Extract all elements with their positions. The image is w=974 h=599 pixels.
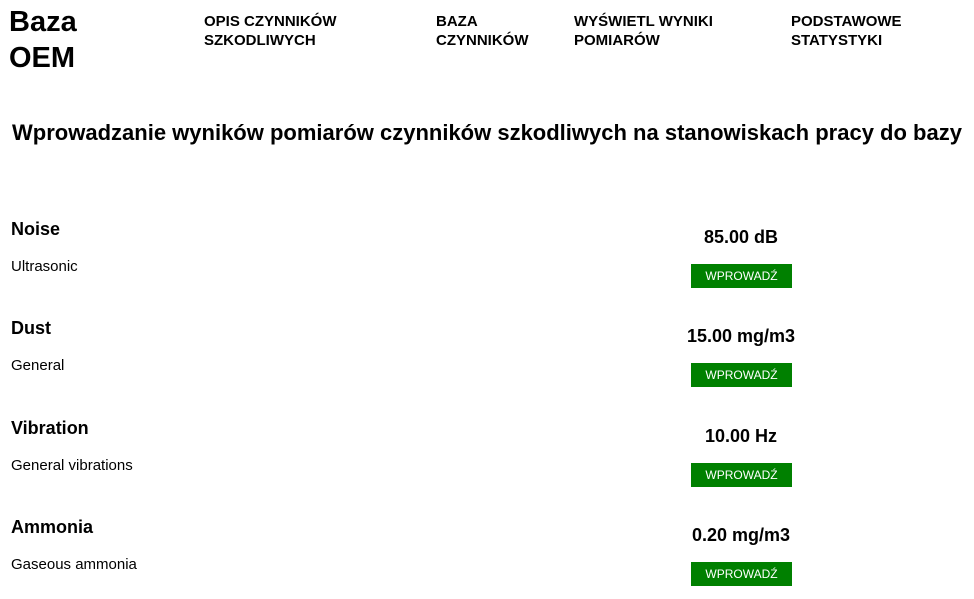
enter-button[interactable]: WPROWADŹ [691, 363, 792, 387]
factor-name: Vibration [11, 418, 89, 438]
nav-item-baza-czynnikow[interactable]: BAZA CZYNNIKÓW [436, 12, 546, 50]
nav-item-wyniki-pomiarow[interactable]: WYŚWIETL WYNIKI POMIARÓW [574, 12, 754, 50]
enter-button[interactable]: WPROWADŹ [691, 463, 792, 487]
factor-row-dust: Dust General 15.00 mg/m3 WPROWADŹ [0, 316, 974, 406]
factor-name: Ammonia [11, 517, 94, 537]
enter-button[interactable]: WPROWADŹ [691, 264, 792, 288]
factor-name: Noise [11, 219, 61, 239]
factor-name: Dust [11, 318, 51, 338]
page-title: Wprowadzanie wyników pomiarów czynników … [12, 120, 962, 145]
factor-description: General [11, 357, 65, 374]
factor-row-vibration: Vibration General vibrations 10.00 Hz WP… [0, 416, 974, 506]
factor-description: Ultrasonic [11, 258, 78, 275]
factor-value: 85.00 dB [703, 227, 779, 247]
factor-value: 10.00 Hz [704, 426, 778, 446]
enter-button[interactable]: WPROWADŹ [691, 562, 792, 586]
factor-value: 15.00 mg/m3 [686, 326, 796, 346]
factor-row-ammonia: Ammonia Gaseous ammonia 0.20 mg/m3 WPROW… [0, 515, 974, 599]
factor-row-noise: Noise Ultrasonic 85.00 dB WPROWADŹ [0, 217, 974, 307]
nav-item-statystyki[interactable]: PODSTAWOWE STATYSTYKI [791, 12, 941, 50]
page: Baza OEM OPIS CZYNNIKÓW SZKODLIWYCH BAZA… [0, 0, 974, 599]
nav-item-opis-czynnikow[interactable]: OPIS CZYNNIKÓW SZKODLIWYCH [204, 12, 374, 50]
brand-logo[interactable]: Baza OEM [9, 4, 119, 76]
factor-value: 0.20 mg/m3 [691, 525, 791, 545]
factor-description: General vibrations [11, 457, 133, 474]
factor-description: Gaseous ammonia [11, 556, 137, 573]
